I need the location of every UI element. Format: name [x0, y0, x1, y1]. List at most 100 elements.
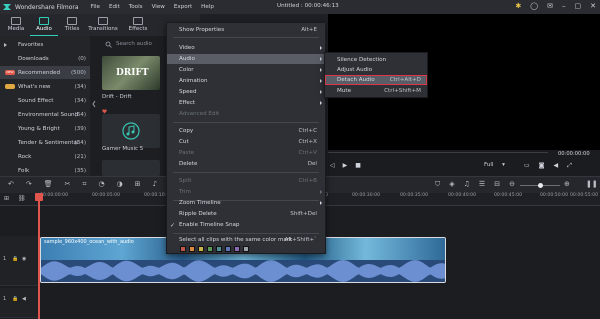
- audio-thumbnail-drift[interactable]: DRIFT: [102, 56, 160, 90]
- speed-icon[interactable]: ◔: [98, 180, 104, 189]
- marker-icon[interactable]: ◈: [449, 180, 454, 189]
- search-box[interactable]: Search audio: [102, 38, 172, 50]
- ruler-tick: 00:00:05:00: [92, 193, 121, 198]
- tab-media[interactable]: Media: [2, 14, 30, 36]
- menu-item-mute[interactable]: Mute Ctrl+Shift+M: [325, 86, 427, 96]
- list-icon[interactable]: ☰: [479, 180, 485, 189]
- audio-submenu: Silence Detection Adjust Audio Detach Au…: [324, 52, 428, 98]
- add-track-icon[interactable]: ⊞: [4, 195, 9, 202]
- step-back-icon[interactable]: ◁: [330, 162, 335, 169]
- color-mark-swatch[interactable]: [198, 246, 204, 252]
- zoom-in-icon[interactable]: ⊕: [564, 180, 570, 188]
- maximize-icon[interactable]: ▢: [575, 2, 582, 10]
- snapshot-icon[interactable]: ◙: [539, 162, 545, 170]
- speaker-icon[interactable]: ◀: [22, 296, 26, 302]
- search-input[interactable]: Search audio: [116, 41, 152, 47]
- stop-icon[interactable]: ■: [355, 162, 361, 169]
- clip-name: sample_960x400_ocean_with_audio: [44, 239, 134, 245]
- tab-titles[interactable]: Titles: [58, 14, 86, 36]
- quality-dropdown[interactable]: Full ▾: [484, 162, 510, 171]
- menu-item-ripple-delete[interactable]: Ripple Delete Shift+Del: [167, 209, 325, 219]
- audio-thumbnail-gamer-music[interactable]: [102, 114, 160, 148]
- color-mark-swatch[interactable]: [234, 246, 240, 252]
- delete-icon[interactable]: 🗑: [44, 180, 53, 189]
- tab-audio[interactable]: Audio: [30, 14, 58, 36]
- audio-title-gamer-music: Gamer Music 5: [102, 146, 144, 152]
- cut-icon[interactable]: ✂: [65, 180, 71, 189]
- playhead[interactable]: [35, 193, 43, 319]
- monitor-icon[interactable]: ▭: [524, 162, 530, 170]
- tab-effects[interactable]: Effects: [124, 14, 152, 36]
- undo-icon[interactable]: ↶: [8, 180, 14, 189]
- color-icon[interactable]: ◑: [117, 180, 123, 189]
- menu-item-adjust-audio[interactable]: Adjust Audio: [325, 65, 427, 75]
- sidebar-item-rock[interactable]: Rock (21): [0, 150, 90, 163]
- menu-item-audio[interactable]: Audio: [167, 54, 325, 64]
- color-mark-swatch[interactable]: [243, 246, 249, 252]
- link-icon[interactable]: ⛓: [18, 195, 26, 202]
- menu-item-detach-audio[interactable]: Detach Audio Ctrl+Alt+D: [325, 75, 427, 85]
- menu-file[interactable]: File: [91, 4, 100, 10]
- split-screen-icon[interactable]: ⊟: [494, 180, 500, 189]
- stabilize-icon[interactable]: ⊞: [135, 180, 141, 189]
- zoom-slider-handle[interactable]: [538, 183, 543, 188]
- menu-item-show-properties[interactable]: Show Properties Alt+E: [167, 25, 325, 35]
- eye-icon[interactable]: ◉: [22, 256, 26, 262]
- audio-icon[interactable]: ♪: [153, 180, 157, 189]
- menu-item-speed[interactable]: Speed: [167, 87, 325, 97]
- menu-item-cut[interactable]: Cut Ctrl+X: [167, 137, 325, 147]
- menu-item-enable-timeline-snap[interactable]: ✓ Enable Timeline Snap: [167, 220, 325, 230]
- collapse-arrow-icon[interactable]: [92, 100, 96, 108]
- sidebar-item-whats-new[interactable]: What's new (34): [0, 80, 90, 93]
- menu-export[interactable]: Export: [174, 4, 192, 10]
- fullscreen-icon[interactable]: ⤢: [567, 162, 572, 170]
- close-icon[interactable]: ✕: [590, 2, 596, 10]
- sidebar-item-favorites[interactable]: Favorites: [0, 38, 90, 51]
- color-mark-swatch[interactable]: [207, 246, 213, 252]
- audio-thumbnail-next[interactable]: [102, 160, 160, 176]
- play-icon[interactable]: ▶: [343, 162, 348, 169]
- zoom-slider[interactable]: [520, 183, 560, 188]
- menu-item-video[interactable]: Video: [167, 43, 325, 53]
- menu-edit[interactable]: Edit: [109, 4, 120, 10]
- menu-tools[interactable]: Tools: [129, 4, 143, 10]
- thumbnail-text: DRIFT: [116, 68, 149, 78]
- color-mark-swatch[interactable]: [180, 246, 186, 252]
- preview-scrub-bar[interactable]: [328, 152, 548, 153]
- volume-icon[interactable]: ◀: [554, 162, 559, 170]
- user-icon[interactable]: ◯: [530, 2, 538, 10]
- playhead-handle[interactable]: [35, 193, 43, 201]
- sidebar-item-sound-effect[interactable]: Sound Effect (34): [0, 94, 90, 107]
- menu-item-select-same-color[interactable]: Select all clips with the same color mar…: [167, 235, 325, 245]
- crop-icon[interactable]: ⌗: [83, 180, 87, 189]
- minimize-icon[interactable]: –: [562, 2, 566, 10]
- shield-icon[interactable]: ⛉: [435, 180, 440, 189]
- menu-item-effect[interactable]: Effect: [167, 98, 325, 108]
- color-mark-swatch[interactable]: [216, 246, 222, 252]
- zoom-out-icon[interactable]: ⊖: [509, 180, 515, 189]
- menu-item-silence-detection[interactable]: Silence Detection: [325, 55, 427, 65]
- mail-icon[interactable]: ✉: [547, 2, 553, 10]
- ruler-tick: 00:00:50:00: [540, 193, 569, 198]
- sidebar-item-young-bright[interactable]: Young & Bright (39): [0, 122, 90, 135]
- menu-item-color[interactable]: Color: [167, 65, 325, 75]
- pause-icon[interactable]: ❚❚: [586, 180, 598, 188]
- lock-icon[interactable]: 🔒: [12, 256, 18, 262]
- redo-icon[interactable]: ↷: [26, 180, 32, 189]
- lock-icon[interactable]: 🔒: [12, 296, 18, 302]
- menu-item-zoom-timeline[interactable]: Zoom Timeline: [167, 198, 325, 208]
- menu-item-animation[interactable]: Animation: [167, 76, 325, 86]
- sidebar-item-recommended[interactable]: NEW Recommended (500): [0, 66, 90, 79]
- menu-view[interactable]: View: [152, 4, 165, 10]
- color-mark-swatch[interactable]: [225, 246, 231, 252]
- tab-transitions[interactable]: Transitions: [88, 14, 118, 36]
- sidebar-item-tender-sentimental[interactable]: Tender & Sentimental (34): [0, 136, 90, 149]
- lightbulb-icon[interactable]: ✱: [515, 2, 521, 10]
- menu-item-copy[interactable]: Copy Ctrl+C: [167, 126, 325, 136]
- menu-item-delete[interactable]: Delete Del: [167, 159, 325, 169]
- color-mark-swatch[interactable]: [189, 246, 195, 252]
- sidebar-item-downloads[interactable]: Downloads (0): [0, 52, 90, 65]
- menu-help[interactable]: Help: [201, 4, 214, 10]
- mic-icon[interactable]: ♫: [464, 180, 470, 189]
- sidebar-item-environmental-sound[interactable]: Environmental Sound (64): [0, 108, 90, 121]
